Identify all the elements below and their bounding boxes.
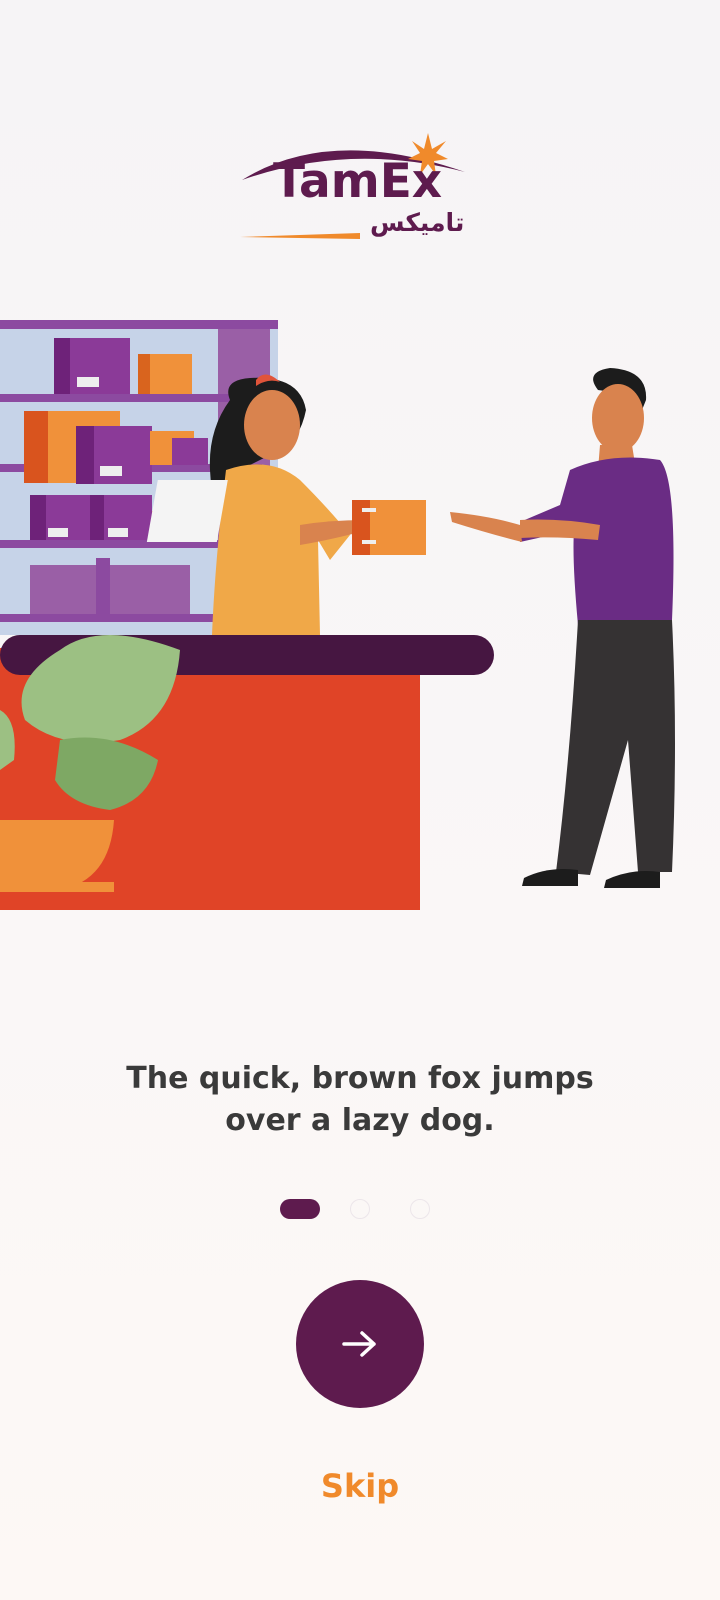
- tamex-logo: TamEx تاميكس: [240, 130, 480, 250]
- next-button[interactable]: [296, 1280, 424, 1408]
- onboarding-illustration: [0, 320, 720, 912]
- logo-arabic-wordmark: تاميكس: [370, 208, 465, 237]
- page-dot-1-active: [280, 1199, 320, 1219]
- page-dot-3: [410, 1199, 430, 1219]
- headline-line-2: over a lazy dog.: [225, 1103, 495, 1138]
- skip-button[interactable]: Skip: [310, 1467, 410, 1505]
- page-indicator: [280, 1199, 440, 1219]
- page-dot-2: [350, 1199, 370, 1219]
- headline-line-1: The quick, brown fox jumps: [126, 1061, 594, 1096]
- arrow-right-icon: [342, 1331, 376, 1357]
- logo-wordmark: TamEx: [273, 154, 443, 209]
- onboarding-headline: The quick, brown fox jumps over a lazy d…: [0, 1058, 720, 1142]
